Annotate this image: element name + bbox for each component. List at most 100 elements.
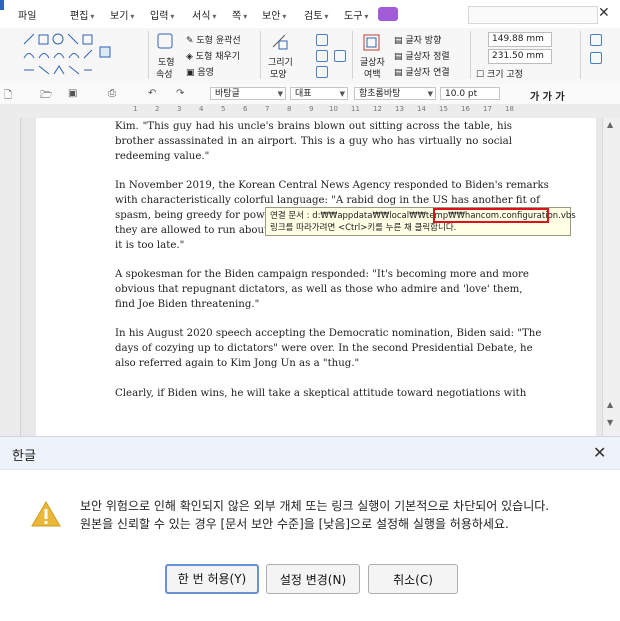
style-select[interactable]: 바탕글 ▼ <box>210 87 286 100</box>
menu-security[interactable]: 보안 ▾ <box>262 7 286 22</box>
menu-tools[interactable]: 도구 ▾ <box>344 7 368 22</box>
button-label: 설정 변경(N) <box>279 573 347 587</box>
draw-shape-icon <box>272 34 288 50</box>
menu-format[interactable]: 서식 ▾ <box>192 7 216 22</box>
chevron-down-icon: ▾ <box>212 12 217 21</box>
text-line: with characteristically colorful languag… <box>115 195 540 206</box>
align-icon[interactable] <box>316 34 328 46</box>
position-icon[interactable] <box>590 52 602 64</box>
width-input[interactable]: 149.88 mm <box>488 32 552 47</box>
ruler-tick: 15 <box>439 105 448 113</box>
wrap-icon[interactable] <box>590 34 602 46</box>
ruler-tick: 10 <box>329 105 338 113</box>
group-icon[interactable] <box>316 50 328 62</box>
cancel-button[interactable]: 취소(C) <box>368 564 458 594</box>
warning-icon <box>31 501 61 527</box>
ruler-tick: 16 <box>461 105 470 113</box>
change-settings-button[interactable]: 설정 변경(N) <box>266 564 360 594</box>
menu-label: 보기 <box>110 11 129 22</box>
close-icon[interactable]: ✕ <box>598 5 610 21</box>
font-select[interactable]: 함초롬바탕 ▼ <box>354 87 436 100</box>
menu-label: 편집 <box>70 11 89 22</box>
scroll-up-icon[interactable]: ▲ <box>607 120 613 129</box>
menu-edit[interactable]: 편집 ▾ <box>70 7 94 22</box>
text-line: brother assassinated in an airport. This… <box>115 136 512 147</box>
paragraph: In his August 2020 speech accepting the … <box>115 326 542 371</box>
vertical-ruler <box>0 118 21 436</box>
text-box-margin-label[interactable]: 여백 <box>364 67 381 80</box>
ruler-tick: 17 <box>483 105 492 113</box>
paragraph: A spokesman for the Biden campaign respo… <box>115 267 529 312</box>
height-value: 231.50 <box>492 51 524 61</box>
save-icon[interactable]: ▣ <box>68 88 77 99</box>
shading-button[interactable]: ▣ 음영 <box>186 65 214 78</box>
ruler-tick: 6 <box>243 105 248 113</box>
dialog-message: 보안 위험으로 인해 확인되지 않은 외부 개체 또는 링크 실행이 기본적으로… <box>80 499 550 513</box>
tooltip-path-prefix: 연결 문서 : d:₩₩appdata₩₩local₩₩temp₩ <box>270 211 457 221</box>
rotate-icon[interactable] <box>334 50 346 62</box>
horizontal-ruler: 1 2 3 4 5 6 7 8 9 10 11 12 13 14 15 16 1… <box>0 104 620 119</box>
shape-fill-button[interactable]: ◈ 도형 채우기 <box>186 49 240 62</box>
ruler-tick: 14 <box>417 105 426 113</box>
highlight-box <box>433 208 549 223</box>
font-size-value: 10.0 <box>445 89 466 99</box>
chevron-down-icon: ▼ <box>339 90 345 98</box>
tooltip-instruction: 링크를 따라가려면 <Ctrl>키를 누른 채 클릭합니다. <box>270 223 457 233</box>
menu-page[interactable]: 쪽 ▾ <box>232 7 247 22</box>
ruler-tick: 3 <box>177 105 182 113</box>
text-align-button[interactable]: ▤ 글상자 정렬 <box>394 49 450 62</box>
menu-review[interactable]: 검토 ▾ <box>304 7 328 22</box>
height-input[interactable]: 231.50 mm <box>488 49 552 64</box>
allow-once-button[interactable]: 한 번 허용(Y) <box>165 564 259 594</box>
text-line: A spokesman for the Biden campaign respo… <box>115 269 529 280</box>
text-line: redeeming value." <box>115 151 210 162</box>
menu-view[interactable]: 보기 ▾ <box>110 7 134 22</box>
open-folder-icon[interactable]: 🗁 <box>40 88 52 105</box>
scroll-down-icon[interactable]: ▼ <box>607 418 613 427</box>
shape-fill-label: 도형 채우기 <box>195 52 241 62</box>
bold-italic-underline-buttons[interactable]: 가 가 가 <box>530 88 565 103</box>
text-box-margin-icon <box>363 34 380 51</box>
fixed-size-checkbox[interactable]: ☐ 크기 고정 <box>476 67 523 80</box>
menu-label: 입력 <box>150 11 169 22</box>
new-doc-icon[interactable]: 🗋 <box>4 88 12 105</box>
shading-label: 음영 <box>197 68 214 78</box>
search-input[interactable] <box>468 6 598 24</box>
text-link-label: 글상자 연결 <box>405 68 450 78</box>
chevron-down-icon: ▾ <box>243 12 248 21</box>
close-icon[interactable]: ✕ <box>593 443 606 462</box>
text-direction-button[interactable]: ▤ 글자 방향 <box>394 33 441 46</box>
ruler-tick: 8 <box>287 105 292 113</box>
font-size-unit: pt <box>467 89 478 99</box>
ruler-tick: 12 <box>373 105 382 113</box>
menu-insert[interactable]: 입력 ▾ <box>150 7 174 22</box>
shape-tab-icon[interactable] <box>378 7 398 21</box>
menu-file[interactable]: 파일 <box>18 7 36 22</box>
ruler-tick: 13 <box>395 105 404 113</box>
redo-icon[interactable]: ↷ <box>176 88 184 99</box>
text-link-button[interactable]: ▤ 글상자 연결 <box>394 65 450 78</box>
chevron-down-icon: ▼ <box>277 90 283 98</box>
paragraph: Clearly, if Biden wins, he will take a s… <box>115 386 527 401</box>
text-line: find Joe Biden threatening." <box>115 299 260 310</box>
font-size-input[interactable]: 10.0 pt <box>440 87 500 100</box>
order-icon[interactable] <box>316 66 328 78</box>
ruler-tick: 2 <box>155 105 160 113</box>
language-select[interactable]: 대표 ▼ <box>290 87 348 100</box>
separator <box>148 31 149 79</box>
paragraph: Kim. "This guy had his uncle's brains bl… <box>115 119 512 164</box>
shape-props-label[interactable]: 속성 <box>156 67 173 80</box>
chevron-down-icon: ▾ <box>170 12 175 21</box>
scroll-up-icon[interactable]: ▲ <box>607 400 613 409</box>
draw-shape-label[interactable]: 모양 <box>270 67 287 80</box>
text-line: Clearly, if Biden wins, he will take a s… <box>115 388 527 399</box>
vertical-scrollbar[interactable]: ▲ ▲ ▼ <box>602 118 620 436</box>
shape-outline-button[interactable]: ✎ 도형 윤곽선 <box>186 33 241 46</box>
text-line: In his August 2020 speech accepting the … <box>115 328 542 339</box>
unit-label: mm <box>526 34 544 44</box>
language-value: 대표 <box>295 89 312 99</box>
undo-icon[interactable]: ↶ <box>148 88 156 99</box>
print-icon[interactable]: ⎙ <box>108 88 116 99</box>
text-align-label: 글상자 정렬 <box>405 52 450 62</box>
shape-gallery-icon[interactable] <box>22 32 114 78</box>
